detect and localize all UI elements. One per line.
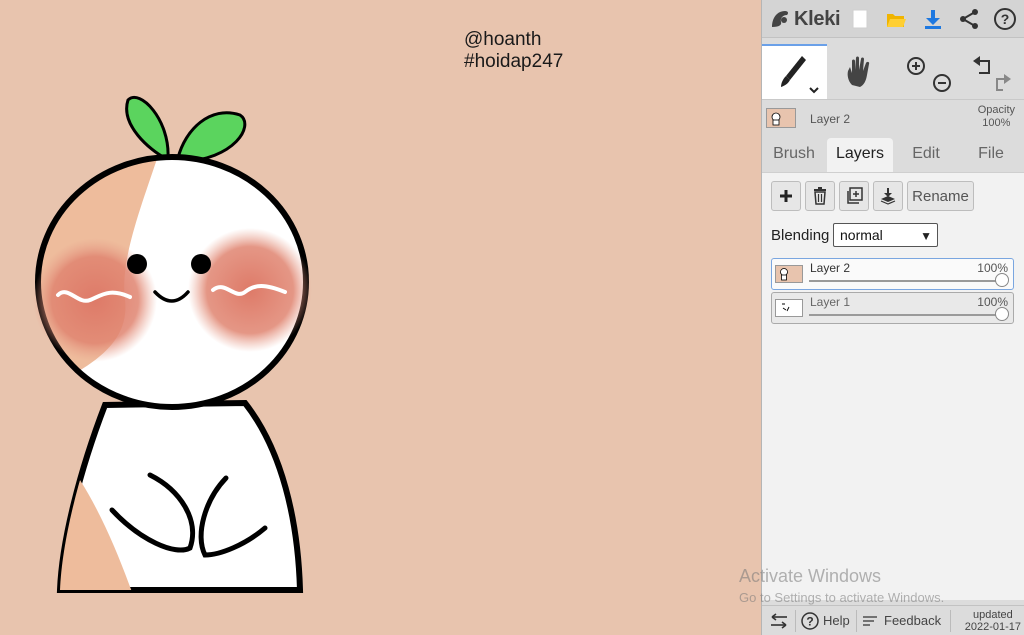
tab-edit[interactable]: Edit (895, 138, 957, 172)
download-icon (925, 10, 941, 29)
share-button[interactable] (956, 6, 982, 32)
merge-down-icon (880, 188, 896, 205)
side-panel: Kleki ? Layer 2 Opacity 100% Brush Layer… (761, 0, 1024, 635)
feedback-icon (863, 615, 877, 626)
character-drawing (33, 96, 312, 593)
swap-side-button[interactable] (768, 606, 790, 635)
tab-brush[interactable]: Brush (765, 138, 823, 172)
duplicate-layer-button[interactable] (839, 181, 869, 211)
share-icon (960, 9, 978, 29)
tool-bar (762, 44, 1024, 100)
swap-arrows-icon (771, 612, 787, 629)
drawing-canvas[interactable]: @hoanth #hoidap247 (0, 0, 761, 635)
current-layer-status: Layer 2 Opacity 100% (762, 102, 1024, 136)
help-circle-icon: ? (801, 611, 819, 630)
zoom-in-icon (907, 56, 925, 75)
svg-text:?: ? (1001, 11, 1010, 27)
layer-thumbnail-icon (780, 268, 788, 281)
layers-panel: Rename Blending normal ▼ Layer 2 100% La… (762, 172, 1024, 600)
feedback-label: Feedback (884, 613, 942, 628)
plus-icon (780, 190, 792, 202)
divider (795, 610, 796, 632)
zoom-buttons (892, 44, 954, 99)
current-layer-thumbnail (766, 108, 796, 128)
right-leaf (176, 111, 247, 164)
updated-date: 2022-01-17 (964, 621, 1021, 633)
layer-2-name: Layer 2 (810, 261, 851, 275)
divider (950, 610, 951, 632)
left-leaf (125, 96, 170, 160)
add-layer-button[interactable] (771, 181, 801, 211)
layer-2-opacity-track[interactable] (809, 280, 1001, 282)
opacity-label: Opacity (977, 104, 1015, 116)
layer-thumbnail-icon (782, 303, 790, 312)
layer-row-2[interactable]: Layer 2 100% (771, 258, 1014, 290)
new-image-button[interactable] (847, 6, 873, 32)
rename-label: Rename (912, 187, 969, 205)
kleki-logo-icon (772, 11, 789, 27)
layer-2-opacity-handle[interactable] (995, 273, 1009, 287)
current-layer-name: Layer 2 (810, 112, 851, 126)
redo-icon (996, 73, 1011, 91)
layer-1-opacity-handle[interactable] (995, 307, 1009, 321)
app-name: Kleki (794, 7, 841, 30)
feedback-link[interactable]: Feedback (862, 606, 941, 635)
tab-file[interactable]: File (960, 138, 1022, 172)
layer-1-opacity-track[interactable] (809, 314, 1001, 316)
brush-icon (780, 55, 819, 93)
open-file-button[interactable] (883, 6, 909, 32)
credit-hashtag: #hoidap247 (464, 51, 564, 72)
zoom-out-icon (933, 73, 951, 92)
layer-1-thumbnail (775, 299, 803, 317)
help-button[interactable]: ? (992, 6, 1018, 32)
hand-tool-button[interactable] (830, 44, 890, 99)
svg-text:?: ? (806, 614, 813, 628)
tab-layers[interactable]: Layers (827, 138, 893, 172)
bottom-bar: ? Help Feedback updated 2022-01-17 (762, 605, 1024, 635)
blending-label: Blending (771, 227, 830, 244)
chevron-down-icon: ▼ (920, 229, 932, 243)
help-link[interactable]: ? Help (800, 606, 850, 635)
trash-icon (814, 187, 826, 205)
blending-value: normal (840, 227, 883, 243)
updated-info: updated 2022-01-17 (965, 609, 1021, 633)
layer-1-name: Layer 1 (810, 295, 851, 309)
top-bar: Kleki ? (762, 0, 1024, 38)
undo-redo-buttons (958, 44, 1024, 99)
merge-layer-button[interactable] (873, 181, 903, 211)
help-icon: ? (994, 8, 1016, 30)
undo-redo-controls (973, 55, 1011, 91)
new-image-icon (852, 9, 868, 29)
layer-2-thumbnail (775, 265, 803, 283)
layer-thumbnail-icon (771, 112, 781, 126)
layer-row-1[interactable]: Layer 1 100% (771, 292, 1014, 324)
blending-select[interactable]: normal ▼ (833, 223, 938, 247)
updated-label: updated (972, 609, 1013, 621)
folder-open-icon (887, 14, 906, 27)
opacity-readout: Opacity 100% (978, 104, 1015, 130)
undo-icon (973, 55, 990, 74)
brush-tool-button[interactable] (762, 44, 827, 99)
kleki-logo[interactable]: Kleki (769, 5, 841, 33)
help-label: Help (823, 613, 850, 628)
divider (856, 610, 857, 632)
rename-layer-button[interactable]: Rename (907, 181, 974, 211)
duplicate-icon (847, 187, 863, 204)
panel-tabs: Brush Layers Edit File (762, 138, 1024, 172)
download-button[interactable] (920, 6, 946, 32)
opacity-value: 100% (982, 117, 1011, 129)
zoom-controls (907, 56, 951, 92)
credit-handle: @hoanth (464, 29, 542, 50)
hand-icon (847, 56, 870, 87)
delete-layer-button[interactable] (805, 181, 835, 211)
